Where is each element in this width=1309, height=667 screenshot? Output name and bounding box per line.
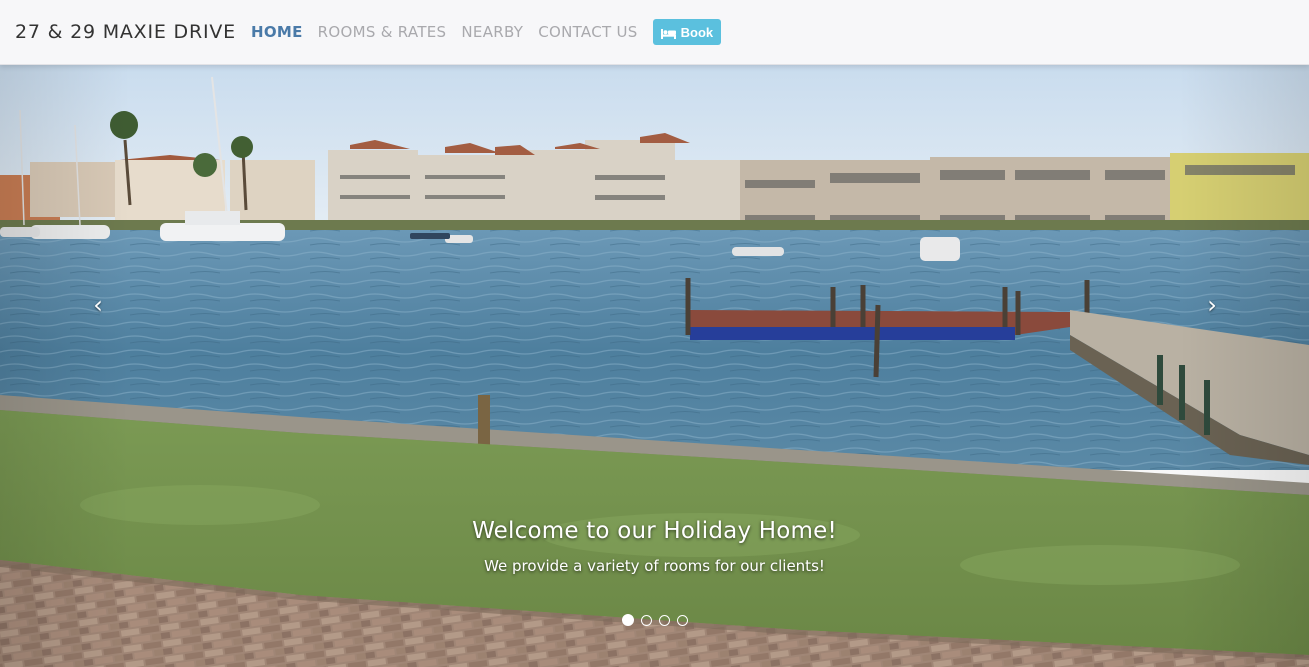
carousel-indicator-2[interactable] xyxy=(640,615,652,626)
carousel-indicator-4[interactable] xyxy=(676,615,688,626)
bed-icon xyxy=(660,27,676,39)
carousel-indicators xyxy=(0,614,1309,626)
caption-text: We provide a variety of rooms for our cl… xyxy=(484,557,825,575)
nav-item-contact-us: CONTACT US xyxy=(538,23,637,42)
nav-item-home: HOME xyxy=(251,23,303,42)
carousel-left-fade xyxy=(0,65,130,667)
nav-item-rooms-rates: ROOMS & RATES xyxy=(318,23,447,42)
caption-title: Welcome to our Holiday Home! xyxy=(472,518,837,544)
nav-link-rooms-rates[interactable]: ROOMS & RATES xyxy=(318,23,447,41)
carousel-indicator-1[interactable] xyxy=(621,614,634,626)
nav-link-nearby[interactable]: NEARBY xyxy=(461,23,523,41)
carousel-right-fade xyxy=(1179,65,1309,667)
brand-link[interactable]: 27 & 29 MAXIE DRIVE xyxy=(15,21,236,43)
book-button[interactable]: Book xyxy=(652,19,722,45)
nav-link-contact-us[interactable]: CONTACT US xyxy=(538,23,637,41)
marina-photo xyxy=(0,65,1309,667)
top-navbar: 27 & 29 MAXIE DRIVE HOME ROOMS & RATES N… xyxy=(0,0,1309,65)
nav-item-book: Book xyxy=(652,19,722,45)
book-button-label: Book xyxy=(680,24,714,40)
carousel-prev-control[interactable]: ‹ xyxy=(78,280,118,330)
hero-carousel: ‹ › Welcome to our Holiday Home! We prov… xyxy=(0,65,1309,667)
carousel-next-control[interactable]: › xyxy=(1192,280,1232,330)
nav-link-home[interactable]: HOME xyxy=(251,23,303,41)
nav-item-nearby: NEARBY xyxy=(461,23,523,42)
main-nav: HOME ROOMS & RATES NEARBY CONTACT US Boo… xyxy=(251,19,736,45)
carousel-caption: Welcome to our Holiday Home! We provide … xyxy=(0,518,1309,575)
carousel-indicator-3[interactable] xyxy=(658,615,670,626)
